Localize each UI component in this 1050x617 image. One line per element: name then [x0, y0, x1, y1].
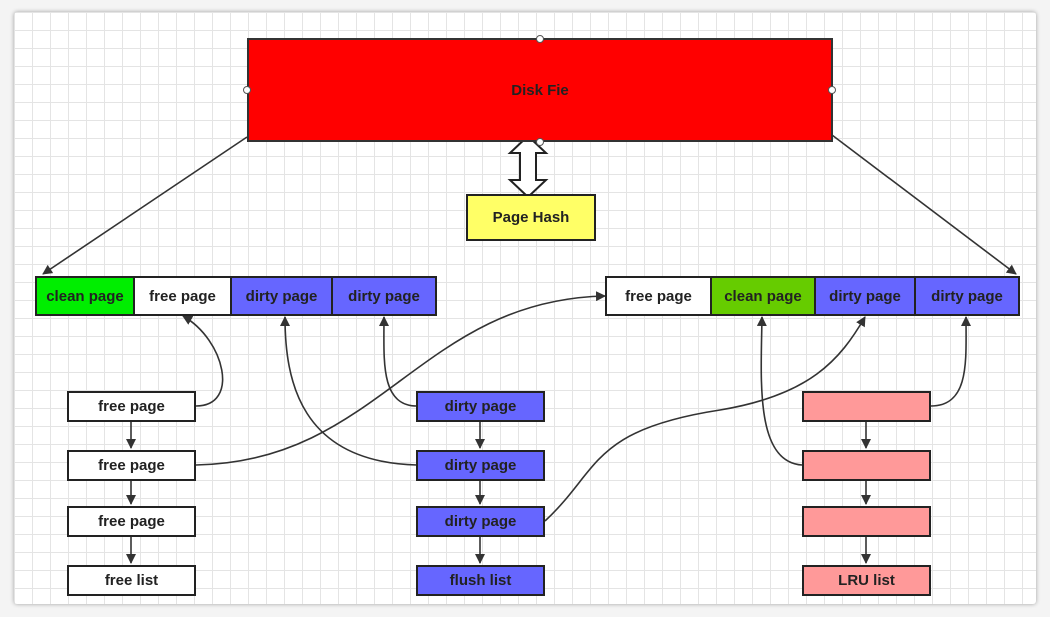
- selection-handle-bottom[interactable]: [536, 138, 544, 146]
- flush-list-node-1[interactable]: dirty page: [416, 391, 545, 422]
- left-pool-dirty-page-2[interactable]: dirty page: [331, 276, 437, 316]
- right-pool-free-page-label: free page: [625, 287, 692, 305]
- right-pool-dirty-page-1-label: dirty page: [829, 287, 901, 305]
- free-list-head-label: free list: [104, 572, 159, 589]
- right-pool-dirty-page-1[interactable]: dirty page: [814, 276, 916, 316]
- lru-list-node-2[interactable]: [802, 450, 931, 481]
- left-pool-dirty-page-1-label: dirty page: [245, 287, 318, 305]
- left-pool-clean-page-label: clean page: [46, 287, 124, 305]
- flush-list-node-2-label: dirty page: [444, 457, 517, 474]
- free-list-node-3-label: free page: [98, 513, 165, 530]
- left-pool-free-page-label: free page: [149, 287, 216, 305]
- page-hash-box[interactable]: Page Hash: [466, 194, 596, 241]
- lru-list-node-1[interactable]: [802, 391, 931, 422]
- right-pool-dirty-page-2[interactable]: dirty page: [914, 276, 1020, 316]
- free-list-node-1-label: free page: [98, 398, 165, 415]
- flush-list-head-label: flush list: [449, 572, 512, 589]
- right-pool-clean-page-label: clean page: [724, 287, 802, 305]
- disk-file-box[interactable]: Disk Fie: [247, 38, 833, 142]
- selection-handle-left[interactable]: [243, 86, 251, 94]
- right-pool-clean-page[interactable]: clean page: [710, 276, 816, 316]
- disk-file-label: Disk Fie: [511, 81, 569, 99]
- selection-handle-top[interactable]: [536, 35, 544, 43]
- page-hash-label: Page Hash: [492, 209, 570, 226]
- right-pool-free-page[interactable]: free page: [605, 276, 712, 316]
- lru-list-head[interactable]: LRU list: [802, 565, 931, 596]
- left-pool-dirty-page-2-label: dirty page: [348, 287, 420, 305]
- free-list-node-1[interactable]: free page: [67, 391, 196, 422]
- flush-list-node-3[interactable]: dirty page: [416, 506, 545, 537]
- left-pool-clean-page[interactable]: clean page: [35, 276, 135, 316]
- flush-list-node-3-label: dirty page: [444, 513, 517, 530]
- selection-handle-right[interactable]: [828, 86, 836, 94]
- lru-list-node-3[interactable]: [802, 506, 931, 537]
- right-pool-dirty-page-2-label: dirty page: [931, 287, 1003, 305]
- lru-list-head-label: LRU list: [838, 572, 895, 589]
- flush-list-node-2[interactable]: dirty page: [416, 450, 545, 481]
- free-list-node-2-label: free page: [98, 457, 165, 474]
- flush-list-head[interactable]: flush list: [416, 565, 545, 596]
- free-list-node-2[interactable]: free page: [67, 450, 196, 481]
- flush-list-node-1-label: dirty page: [444, 398, 517, 415]
- left-pool-dirty-page-1[interactable]: dirty page: [230, 276, 333, 316]
- free-list-node-3[interactable]: free page: [67, 506, 196, 537]
- left-pool-free-page[interactable]: free page: [133, 276, 232, 316]
- free-list-head[interactable]: free list: [67, 565, 196, 596]
